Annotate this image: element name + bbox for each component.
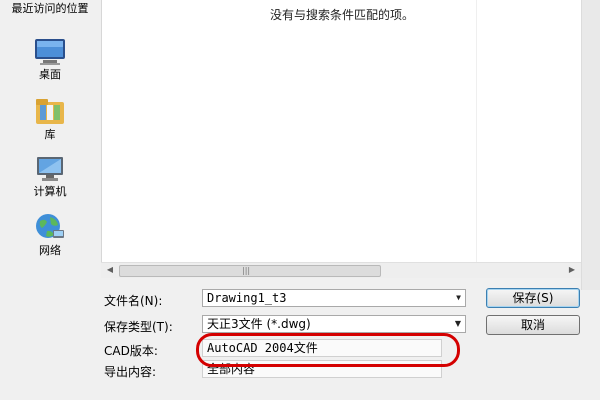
horizontal-scroll-thumb[interactable]: ||| xyxy=(119,265,381,277)
filetype-label: 保存类型(T): xyxy=(104,320,173,334)
filetype-select[interactable]: 天正3文件 (*.dwg) ▼ xyxy=(202,315,466,333)
horizontal-scrollbar[interactable]: ◀ ||| ▶ xyxy=(101,262,581,278)
place-computer-label: 计算机 xyxy=(33,185,67,198)
cancel-button[interactable]: 取消 xyxy=(486,315,580,335)
library-icon xyxy=(36,99,64,124)
cad-version-label: CAD版本: xyxy=(104,344,158,358)
vertical-scrollbar[interactable] xyxy=(581,0,600,290)
filename-input[interactable]: Drawing1_t3 ▼ xyxy=(202,289,466,307)
red-annotation-highlight xyxy=(196,333,460,367)
export-content-label: 导出内容: xyxy=(104,365,157,379)
scroll-left-arrow-icon[interactable]: ◀ xyxy=(105,265,115,275)
filename-label: 文件名(N): xyxy=(104,294,163,308)
file-list-view[interactable]: 没有与搜索条件匹配的项。 xyxy=(101,0,582,262)
dialog-bottom-strip xyxy=(0,380,600,400)
scroll-grip-icon: ||| xyxy=(242,266,251,275)
place-library[interactable]: 库 xyxy=(0,96,100,142)
chevron-down-icon[interactable]: ▼ xyxy=(455,316,461,332)
place-library-label: 库 xyxy=(44,128,56,141)
place-computer[interactable]: 计算机 xyxy=(0,155,100,199)
filename-value: Drawing1_t3 xyxy=(207,291,287,305)
computer-icon xyxy=(37,157,63,181)
place-network[interactable]: 网络 xyxy=(0,212,100,258)
place-recent[interactable]: 最近访问的位置 xyxy=(0,2,100,16)
chevron-down-icon[interactable]: ▼ xyxy=(456,290,461,306)
filetype-value: 天正3文件 (*.dwg) xyxy=(207,317,311,331)
place-recent-label: 最近访问的位置 xyxy=(11,2,89,15)
empty-result-message: 没有与搜索条件匹配的项。 xyxy=(270,8,415,22)
places-bar: 最近访问的位置 桌面 库 计算机 网络 xyxy=(0,0,100,290)
column-divider xyxy=(476,0,477,262)
desktop-icon xyxy=(35,39,65,65)
network-globe-icon xyxy=(36,214,64,238)
place-desktop-label: 桌面 xyxy=(39,68,61,81)
place-network-label: 网络 xyxy=(39,244,61,257)
save-button[interactable]: 保存(S) xyxy=(486,288,580,308)
scroll-right-arrow-icon[interactable]: ▶ xyxy=(567,265,577,275)
place-desktop[interactable]: 桌面 xyxy=(0,38,100,82)
